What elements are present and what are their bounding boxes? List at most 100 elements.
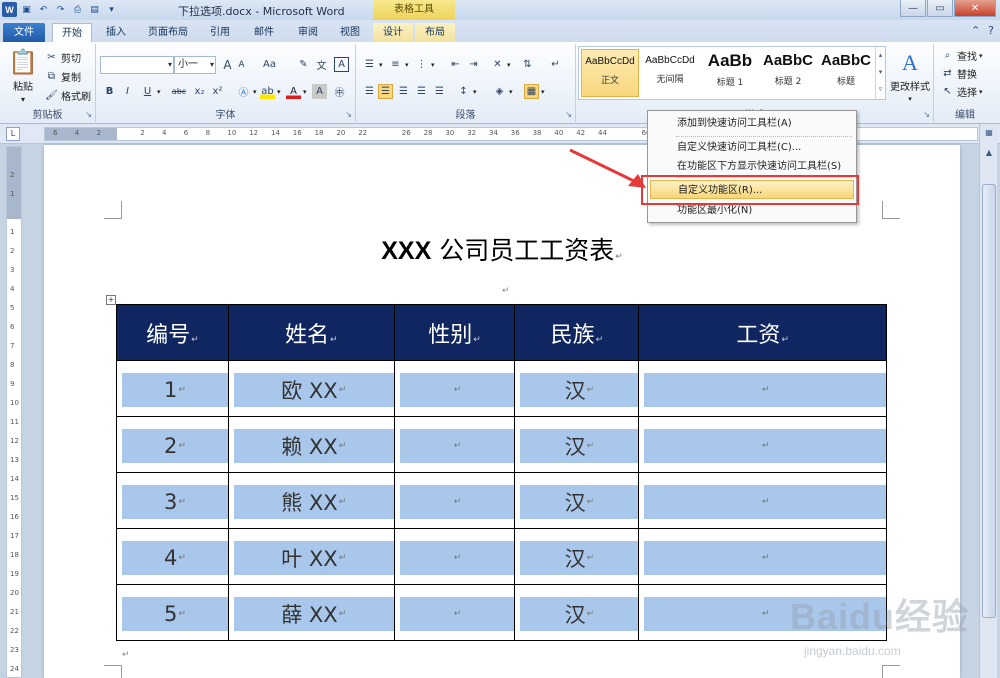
style-heading1[interactable]: AaBb 标题 1 <box>701 49 759 97</box>
customize-qat-icon[interactable]: ▾ <box>104 2 119 17</box>
select-button[interactable]: ↖ 选择 ▾ <box>940 84 982 99</box>
close-button[interactable]: ✕ <box>954 0 996 17</box>
tab-layout[interactable]: 布局 <box>415 23 455 42</box>
align-center-button[interactable]: ☰ <box>378 84 393 99</box>
shrink-font-button[interactable]: A <box>234 57 249 72</box>
redo-icon[interactable]: ↷ <box>53 2 68 17</box>
chinese-layout-button[interactable]: ✕ ▾ <box>490 57 510 72</box>
ruler-toggle-icon[interactable]: ▦ <box>982 126 996 140</box>
cut-button[interactable]: ✂ 剪切 <box>44 50 81 65</box>
table-cell[interactable]: ↵ <box>393 360 516 417</box>
menu-item-add-to-qat[interactable]: 添加到快速访问工具栏(A) <box>650 114 854 133</box>
table-cell[interactable]: 4 ↵ <box>116 528 229 585</box>
table-cell[interactable]: 汉 ↵ <box>514 416 640 473</box>
change-styles-button[interactable]: A 更改样式 ▾ <box>890 50 930 103</box>
table-move-handle[interactable]: + <box>106 295 116 305</box>
gallery-scroll[interactable]: ▴ ▾ ▿ <box>875 47 885 99</box>
table-cell[interactable]: ↵ <box>638 360 887 417</box>
header-cell[interactable]: 工资↵ <box>638 304 887 361</box>
scroll-up-icon[interactable]: ▲ <box>982 146 996 160</box>
table-cell[interactable]: 熊 XX ↵ <box>227 472 395 529</box>
enclose-char-button[interactable]: ㊥ <box>332 84 347 99</box>
tab-page-layout[interactable]: 页面布局 <box>142 23 194 42</box>
table-cell[interactable]: 汉 ↵ <box>514 360 640 417</box>
copy-button[interactable]: ⧉ 复制 <box>44 69 81 84</box>
table-cell[interactable]: ↵ <box>638 416 887 473</box>
table-cell[interactable]: 3 ↵ <box>116 472 229 529</box>
table-cell[interactable]: 2 ↵ <box>116 416 229 473</box>
save-icon[interactable]: ▣ <box>19 2 34 17</box>
table-cell[interactable]: ↵ <box>638 472 887 529</box>
tab-references[interactable]: 引用 <box>200 23 240 42</box>
table-cell[interactable]: 汉 ↵ <box>514 528 640 585</box>
table-cell[interactable]: ↵ <box>393 472 516 529</box>
italic-button[interactable]: I <box>120 84 135 99</box>
tab-file[interactable]: 文件 <box>3 23 45 42</box>
scroll-thumb[interactable] <box>982 184 996 618</box>
minimize-ribbon-icon[interactable]: ⌃ <box>971 24 980 37</box>
style-no-spacing[interactable]: AaBbCcDd 无间隔 <box>641 49 699 97</box>
table-cell[interactable]: 1 ↵ <box>116 360 229 417</box>
tab-home[interactable]: 开始 <box>52 23 92 42</box>
strikethrough-button[interactable]: abc <box>168 84 190 99</box>
tab-design[interactable]: 设计 <box>373 23 413 42</box>
clear-formatting-button[interactable]: ✎ <box>296 57 311 72</box>
tab-view[interactable]: 视图 <box>330 23 370 42</box>
table-cell[interactable]: ↵ <box>393 528 516 585</box>
bullets-button[interactable]: ☰ ▾ <box>362 57 383 72</box>
menu-item-customize-qat[interactable]: 自定义快速访问工具栏(C)... <box>650 138 854 157</box>
tab-review[interactable]: 审阅 <box>288 23 328 42</box>
tab-selector-icon[interactable]: L <box>6 127 20 141</box>
menu-item-show-qat-below[interactable]: 在功能区下方显示快速访问工具栏(S) <box>650 157 854 176</box>
char-border-button[interactable]: A <box>334 57 349 72</box>
increase-indent-button[interactable]: ⇥ <box>466 57 481 72</box>
font-color-button[interactable]: A ▾ <box>286 84 307 99</box>
table-cell[interactable]: 欧 XX ↵ <box>227 360 395 417</box>
header-cell[interactable]: 编号↵ <box>116 304 229 361</box>
subscript-button[interactable]: x₂ <box>192 84 207 99</box>
decrease-indent-button[interactable]: ⇤ <box>448 57 463 72</box>
change-case-button[interactable]: Aa <box>262 57 277 72</box>
justify-button[interactable]: ☰ <box>414 84 429 99</box>
paragraph-launcher-icon[interactable]: ↘ <box>565 110 572 119</box>
table-cell[interactable]: ↵ <box>393 416 516 473</box>
table-cell[interactable]: 叶 XX ↵ <box>227 528 395 585</box>
vertical-ruler[interactable]: 2 1 1 2 3 4 5 6 7 8 9 10 11 12 13 14 15 16 17 18 19 20 21 22 23 2… <box>6 146 22 678</box>
header-cell[interactable]: 性别↵ <box>393 304 516 361</box>
char-shading-button[interactable]: A <box>312 84 327 99</box>
replace-button[interactable]: ⇄ 替换 <box>940 66 977 81</box>
table-cell[interactable]: ↵ <box>393 584 516 641</box>
style-normal[interactable]: AaBbCcDd 正文 <box>581 49 639 97</box>
header-cell[interactable]: 姓名↵ <box>227 304 395 361</box>
table-cell[interactable]: 汉 ↵ <box>514 472 640 529</box>
style-heading2[interactable]: AaBbC 标题 2 <box>759 49 817 97</box>
style-title[interactable]: AaBbC 标题 <box>817 49 875 97</box>
font-name-combo[interactable]: ▾ <box>100 56 174 74</box>
maximize-button[interactable]: ▭ <box>927 0 953 17</box>
highlight-button[interactable]: ab ▾ <box>260 84 281 99</box>
numbering-button[interactable]: ≡ ▾ <box>388 57 408 72</box>
line-spacing-button[interactable]: ↕ ▾ <box>456 84 476 99</box>
table-cell[interactable]: 5 ↵ <box>116 584 229 641</box>
tab-insert[interactable]: 插入 <box>96 23 136 42</box>
header-cell[interactable]: 民族↵ <box>514 304 640 361</box>
print-icon[interactable]: ⎙ <box>70 2 85 17</box>
distributed-button[interactable]: ☰ <box>432 84 447 99</box>
superscript-button[interactable]: x² <box>210 84 225 99</box>
format-painter-button[interactable]: 🖌 格式刷 <box>44 88 91 103</box>
help-icon[interactable]: ? <box>988 24 994 37</box>
tab-mailings[interactable]: 邮件 <box>244 23 284 42</box>
show-marks-button[interactable]: ↵ <box>548 57 563 72</box>
undo-icon[interactable]: ↶ <box>36 2 51 17</box>
paste-button[interactable]: 📋 粘贴 ▾ <box>8 48 38 104</box>
print-preview-icon[interactable]: ▤ <box>87 2 102 17</box>
sort-button[interactable]: ⇅ <box>520 57 535 72</box>
shading-button[interactable]: ◈ ▾ <box>492 84 513 99</box>
borders-button[interactable]: ▦ ▾ <box>524 84 545 99</box>
table-cell[interactable]: 薛 XX ↵ <box>227 584 395 641</box>
clipboard-launcher-icon[interactable]: ↘ <box>85 110 92 119</box>
table-cell[interactable]: 汉 ↵ <box>514 584 640 641</box>
table-cell[interactable]: 赖 XX ↵ <box>227 416 395 473</box>
align-right-button[interactable]: ☰ <box>396 84 411 99</box>
multilevel-list-button[interactable]: ⋮ ▾ <box>414 57 435 72</box>
